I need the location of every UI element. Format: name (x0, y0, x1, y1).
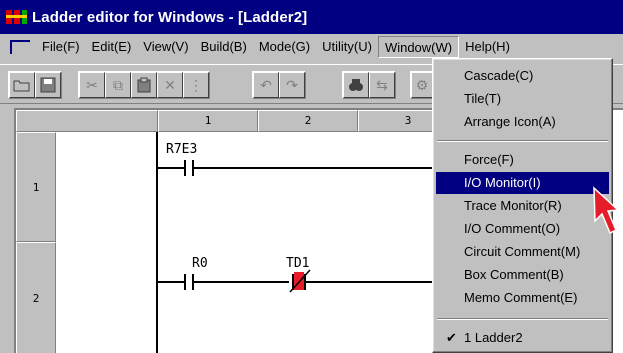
contact-r0-bar-left (184, 274, 186, 290)
menu-file[interactable]: File(F) (36, 36, 86, 58)
row-header-1: 1 (16, 132, 56, 242)
window-title: Ladder editor for Windows - [Ladder2] (32, 8, 308, 26)
menu-item-label: Circuit Comment(M) (464, 244, 581, 259)
menu-item-label: I/O Comment(O) (464, 221, 561, 236)
menu-help[interactable]: Help(H) (459, 36, 516, 58)
menu-item-io-monitor[interactable]: I/O Monitor(I) (436, 172, 609, 194)
delete-icon[interactable]: ✕ (157, 72, 183, 98)
edit-button-group: ✂ ⧉ ✕ ⋮ (78, 71, 210, 99)
menu-item-label: I/O Monitor(I) (464, 175, 541, 190)
red-arrow-pointer-icon (593, 186, 620, 235)
menu-item-arrange-icon[interactable]: Arrange Icon(A) (436, 111, 609, 133)
monitor-icon[interactable]: ⚙ (411, 72, 433, 98)
menu-mode[interactable]: Mode(G) (253, 36, 316, 58)
power-rail (156, 132, 158, 353)
app-window: Ladder editor for Windows - [Ladder2] Fi… (0, 0, 623, 353)
insert-icon[interactable]: ⋮ (183, 72, 209, 98)
file-button-group (8, 71, 62, 99)
menu-item-label: Box Comment(B) (464, 267, 564, 282)
title-bar[interactable]: Ladder editor for Windows - [Ladder2] (0, 0, 623, 34)
menu-item-circuit-comment[interactable]: Circuit Comment(M) (436, 241, 609, 263)
menu-item-box-comment[interactable]: Box Comment(B) (436, 264, 609, 286)
menu-edit[interactable]: Edit(E) (86, 36, 138, 58)
save-icon[interactable] (35, 72, 61, 98)
rung-2-wire-left (158, 281, 184, 283)
app-logo-icon (6, 8, 28, 26)
contact-td1-bar-left (292, 274, 294, 290)
menu-item-io-comment[interactable]: I/O Comment(O) (436, 218, 609, 240)
document-menu-icon[interactable] (10, 40, 30, 54)
redo-icon[interactable]: ↷ (279, 72, 305, 98)
window-menu-dropdown: Cascade(C) Tile(T) Arrange Icon(A) Force… (432, 58, 613, 353)
rung-2-wire-right (306, 281, 436, 283)
menu-item-label: 1 Ladder2 (464, 330, 523, 345)
menu-item-ladder2[interactable]: ✔ 1 Ladder2 (436, 327, 609, 349)
menu-view[interactable]: View(V) (137, 36, 194, 58)
menu-window[interactable]: Window(W) (377, 36, 460, 58)
menu-item-label: Force(F) (464, 152, 514, 167)
contact-label-r0: R0 (192, 256, 208, 271)
find-icon[interactable] (343, 72, 369, 98)
contact-label-r7e3: R7E3 (166, 142, 198, 157)
search-button-group: ⇆ (342, 71, 396, 99)
menu-item-label: Memo Comment(E) (464, 290, 578, 305)
menu-item-label: Arrange Icon(A) (464, 114, 556, 129)
rung-1-wire-right (194, 167, 434, 169)
replace-icon[interactable]: ⇆ (369, 72, 395, 98)
cut-icon[interactable]: ✂ (79, 72, 105, 98)
rung-2-wire-mid (194, 281, 289, 283)
menu-bar: File(F) Edit(E) View(V) Build(B) Mode(G)… (0, 34, 623, 60)
rung-1-wire-left (158, 167, 184, 169)
menu-item-label: Tile(T) (464, 91, 502, 106)
corner-header (16, 110, 158, 132)
column-header-2: 2 (258, 110, 358, 132)
menu-item-label: Cascade(C) (464, 68, 534, 83)
undo-icon[interactable]: ↶ (253, 72, 279, 98)
menu-item-memo-comment[interactable]: Memo Comment(E) (436, 287, 609, 309)
monitor-button-group: ⚙ (410, 71, 434, 99)
open-icon[interactable] (9, 72, 35, 98)
menu-build[interactable]: Build(B) (195, 36, 253, 58)
checkmark-icon: ✔ (446, 330, 457, 345)
contact-r7e3-bar-left (184, 160, 186, 176)
menu-utility[interactable]: Utility(U) (316, 36, 378, 58)
paste-icon[interactable] (131, 72, 157, 98)
menu-item-force[interactable]: Force(F) (436, 149, 609, 171)
menu-separator (437, 318, 608, 320)
undo-button-group: ↶ ↷ (252, 71, 306, 99)
column-header-1: 1 (158, 110, 258, 132)
menu-item-label: Trace Monitor(R) (464, 198, 562, 213)
menu-item-tile[interactable]: Tile(T) (436, 88, 609, 110)
copy-icon[interactable]: ⧉ (105, 72, 131, 98)
menu-separator (437, 140, 608, 142)
menu-item-trace-monitor[interactable]: Trace Monitor(R) (436, 195, 609, 217)
row-header-2: 2 (16, 242, 56, 353)
menu-item-cascade[interactable]: Cascade(C) (436, 65, 609, 87)
